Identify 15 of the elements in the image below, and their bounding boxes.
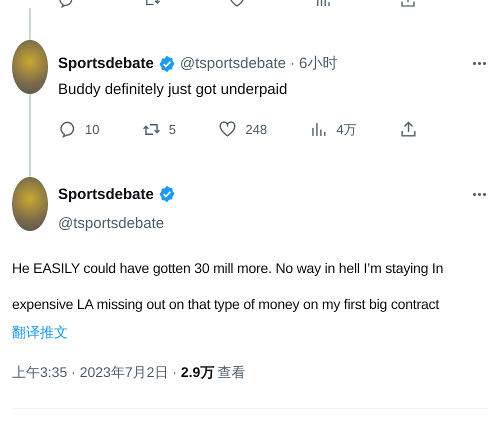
reply-text: Buddy definitely just got underpaid: [58, 81, 288, 98]
user-name[interactable]: Sportsdebate: [58, 55, 154, 72]
dot-separator: ·: [290, 55, 295, 72]
post-timestamp: 上午3:35 · 2023年7月2日 ·: [12, 364, 178, 380]
view-count: 2.9万: [180, 364, 214, 380]
action-count: 248: [245, 122, 268, 137]
user-handle[interactable]: @tsportsdebate: [180, 55, 286, 72]
action-count: 4万: [336, 120, 357, 138]
views-label: 查看: [217, 364, 246, 380]
user-handle[interactable]: @tsportsdebate: [58, 215, 488, 232]
user-name[interactable]: Sportsdebate: [58, 186, 154, 202]
tweet-text: He EASILY could have gotten 30 mill more. No way in hell I’m staying In expensive LA missing out on that type of money on my first big contract: [12, 259, 444, 314]
post-time[interactable]: 6小时: [298, 54, 338, 73]
action-count: 10: [85, 122, 100, 137]
action-count: 5: [168, 122, 176, 137]
